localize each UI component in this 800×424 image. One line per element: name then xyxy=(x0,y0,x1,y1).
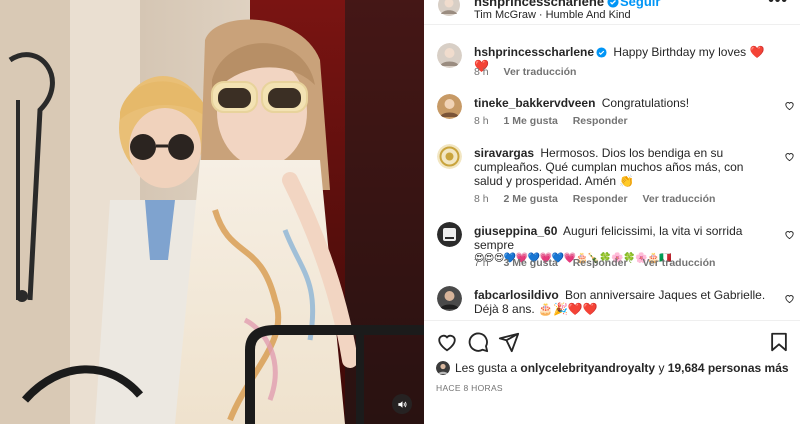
music-artist: Tim McGraw xyxy=(474,9,536,21)
see-translation-link[interactable]: Ver traducción xyxy=(642,193,715,205)
heart-icon[interactable] xyxy=(784,100,795,111)
caption-time[interactable]: 8 h xyxy=(474,66,489,78)
music-info[interactable]: Tim McGraw · Humble And Kind xyxy=(474,9,631,21)
paper-plane-icon[interactable] xyxy=(498,331,520,353)
reply-button[interactable]: Responder xyxy=(573,115,628,127)
comment-username[interactable]: fabcarlosildivo xyxy=(474,288,559,302)
comment-text: fabcarlosildivo Bon anniversaire Jaques … xyxy=(474,288,772,316)
likes-prefix: Les gusta a xyxy=(455,361,518,375)
comment-time[interactable]: 8 h xyxy=(474,115,489,127)
post-photo xyxy=(0,0,424,424)
comment-username[interactable]: giuseppina_60 xyxy=(474,224,557,238)
likes-count[interactable]: 19,684 personas más xyxy=(668,361,789,375)
comment-text: siravargas Hermosos. Dios los bendiga en… xyxy=(474,146,772,188)
caption-meta: 8 h Ver traducción xyxy=(474,66,588,78)
author-avatar[interactable] xyxy=(438,0,460,16)
reply-button[interactable]: Responder xyxy=(573,257,628,269)
heart-icon[interactable] xyxy=(784,229,795,240)
caption-body: Happy Birthday my loves xyxy=(613,45,747,59)
comment-likes[interactable]: 1 Me gusta xyxy=(504,115,558,127)
comment-icon[interactable] xyxy=(467,331,489,353)
likes-summary[interactable]: Les gusta a onlycelebrityandroyalty y 19… xyxy=(436,361,789,375)
commenter-avatar[interactable] xyxy=(437,94,462,119)
comment-meta: 8 h 1 Me gusta Responder xyxy=(474,115,640,127)
comment-username[interactable]: siravargas xyxy=(474,146,534,160)
music-separator: · xyxy=(538,9,543,21)
reply-button[interactable]: Responder xyxy=(573,193,628,205)
likes-joiner: y xyxy=(658,361,665,375)
comment-likes[interactable]: 3 Me gusta xyxy=(504,257,558,269)
comment-meta: 7 h 3 Me gusta Responder Ver traducción xyxy=(474,257,727,269)
follow-button[interactable]: Seguir xyxy=(620,0,660,9)
music-song: Humble And Kind xyxy=(545,9,631,21)
mute-button[interactable] xyxy=(392,394,412,414)
author-avatar[interactable] xyxy=(437,43,462,68)
verified-badge-icon xyxy=(607,0,619,8)
liker-avatar xyxy=(436,361,450,375)
bookmark-icon[interactable] xyxy=(768,331,790,353)
heart-icon[interactable] xyxy=(784,293,795,304)
post-media[interactable] xyxy=(0,0,424,424)
author-username[interactable]: hshprincesscharlene xyxy=(474,0,619,9)
verified-badge-icon xyxy=(596,47,607,58)
comment-time[interactable]: 7 h xyxy=(474,257,489,269)
more-options-button[interactable]: ••• xyxy=(768,0,788,10)
comment-likes[interactable]: 2 Me gusta xyxy=(504,193,558,205)
heart-icon[interactable] xyxy=(436,331,458,353)
post-timestamp[interactable]: HACE 8 HORAS xyxy=(436,383,503,393)
sound-icon xyxy=(397,400,407,408)
caption-username[interactable]: hshprincesscharlene xyxy=(474,45,607,59)
commenter-avatar[interactable] xyxy=(437,144,462,169)
commenter-avatar[interactable] xyxy=(437,222,462,247)
comment-text: tineke_bakkervdveen Congratulations! xyxy=(474,96,772,110)
see-translation-link[interactable]: Ver traducción xyxy=(642,257,715,269)
comment-username[interactable]: tineke_bakkervdveen xyxy=(474,96,595,110)
liker-username[interactable]: onlycelebrityandroyalty xyxy=(520,361,655,375)
comment-time[interactable]: 8 h xyxy=(474,193,489,205)
commenter-avatar[interactable] xyxy=(437,286,462,311)
comment-meta: 8 h 2 Me gusta Responder Ver traducción xyxy=(474,193,727,205)
see-translation-link[interactable]: Ver traducción xyxy=(504,66,577,78)
post-header: hshprincesscharlene Seguir Tim McGraw · Hu… xyxy=(424,0,800,25)
comment-body: Congratulations! xyxy=(601,96,690,110)
post-side-panel: hshprincesscharlene Seguir Tim McGraw · Hu… xyxy=(424,0,800,424)
heart-icon[interactable] xyxy=(784,151,795,162)
post-actions: Les gusta a onlycelebrityandroyalty y 19… xyxy=(424,320,800,424)
